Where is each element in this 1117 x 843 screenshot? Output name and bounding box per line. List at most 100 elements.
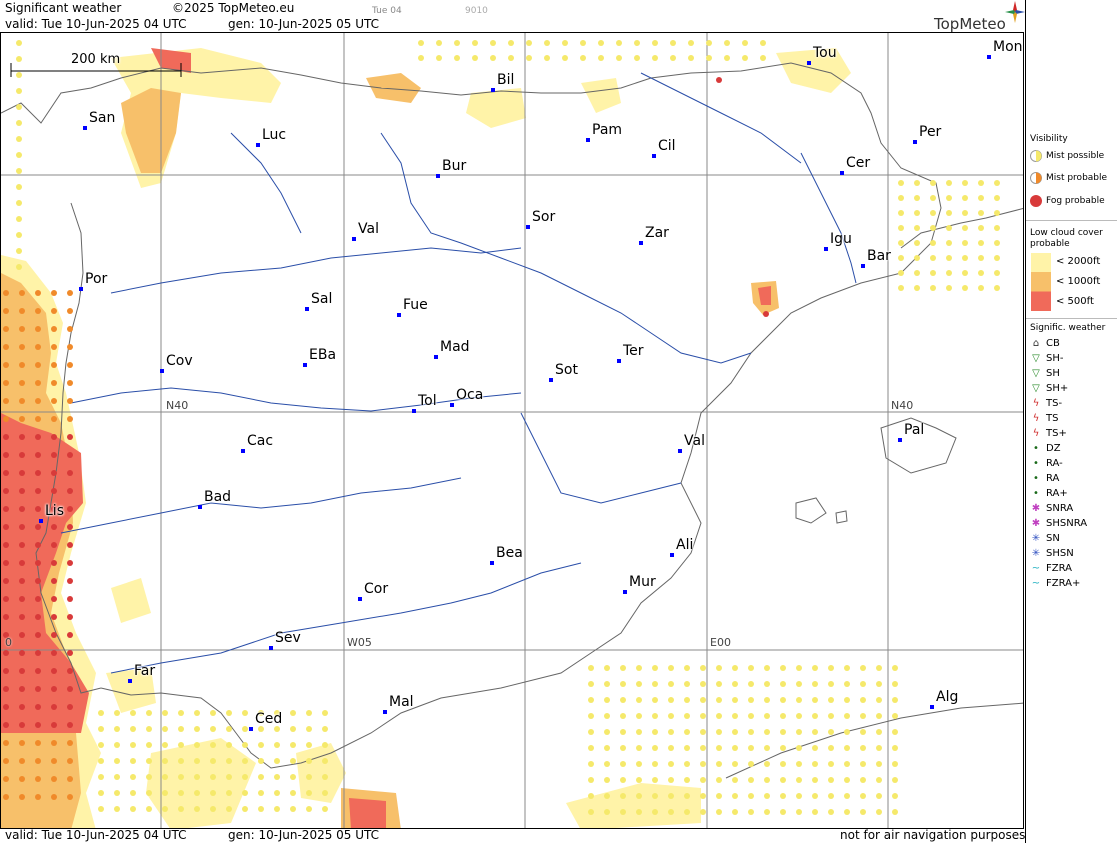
mist-marker (604, 761, 610, 767)
mist-marker (652, 793, 658, 799)
mist-marker (51, 308, 57, 314)
mist-marker (67, 308, 73, 314)
mist-marker (226, 742, 232, 748)
city-marker (617, 359, 621, 363)
mist-marker (684, 729, 690, 735)
mist-marker (290, 774, 296, 780)
city-label[interactable]: Val (684, 433, 705, 449)
valid-time: valid: Tue 10-Jun-2025 04 UTC (5, 17, 187, 31)
mist-marker (194, 806, 200, 812)
mist-marker (35, 416, 41, 422)
day-tab[interactable]: Tue 04 (372, 4, 402, 18)
mist-marker (51, 488, 57, 494)
mist-marker (3, 326, 9, 332)
city-label[interactable]: Mad (440, 339, 470, 355)
city-label[interactable]: Por (85, 271, 107, 287)
mist-marker (3, 596, 9, 602)
mist-marker (812, 809, 818, 815)
city-label[interactable]: Ter (623, 343, 644, 359)
city-marker (352, 237, 356, 241)
mist-marker (51, 704, 57, 710)
mist-marker (194, 774, 200, 780)
city-label[interactable]: Bur (442, 158, 466, 174)
city-label[interactable]: Sor (532, 209, 555, 225)
city-label[interactable]: Val (358, 221, 379, 237)
city-label[interactable]: Alg (936, 689, 958, 705)
city-label[interactable]: Mal (389, 694, 414, 710)
mist-marker (978, 195, 984, 201)
mist-marker (668, 809, 674, 815)
mist-marker (51, 416, 57, 422)
city-label[interactable]: Sal (311, 291, 332, 307)
city-label[interactable]: Per (919, 124, 941, 140)
mist-marker (35, 794, 41, 800)
city-label[interactable]: Tol (418, 393, 437, 409)
city-label[interactable]: Bil (497, 72, 514, 88)
city-label[interactable]: Ali (676, 537, 693, 553)
mist-marker (3, 650, 9, 656)
city-label[interactable]: Cer (846, 155, 870, 171)
mist-marker (19, 344, 25, 350)
mist-marker (35, 542, 41, 548)
mist-marker (860, 729, 866, 735)
city-label[interactable]: Bar (867, 248, 891, 264)
legend-sigwx-label: TS (1046, 413, 1059, 424)
city-label[interactable]: Cor (364, 581, 388, 597)
mist-marker (588, 745, 594, 751)
mist-marker (114, 742, 120, 748)
city-label[interactable]: Pam (592, 122, 622, 138)
city-label[interactable]: Cac (247, 433, 273, 449)
mist-marker (598, 40, 604, 46)
city-label[interactable]: Sev (275, 630, 301, 646)
mist-marker (700, 681, 706, 687)
weather-map[interactable]: N40 N40 W05 E00 0 200 km Tou Mon Bil San Luc… (0, 32, 1024, 829)
city-label[interactable]: Mur (629, 574, 656, 590)
city-label[interactable]: Ced (255, 711, 282, 727)
mist-marker (16, 248, 22, 254)
city-label[interactable]: Sot (555, 362, 578, 378)
brand-logo[interactable]: TopMeteo (934, 15, 1006, 33)
city-marker (623, 590, 627, 594)
mist-marker (604, 793, 610, 799)
mist-marker (994, 195, 1000, 201)
city-label[interactable]: Luc (262, 127, 286, 143)
city-label[interactable]: Bea (496, 545, 523, 561)
mist-marker (472, 55, 478, 61)
mist-marker (51, 524, 57, 530)
mist-marker (700, 761, 706, 767)
city-label[interactable]: Cil (658, 138, 676, 154)
mist-marker (98, 774, 104, 780)
mist-marker (19, 398, 25, 404)
city-label[interactable]: EBa (309, 347, 336, 363)
city-label[interactable]: Pal (904, 422, 924, 438)
city-marker (930, 705, 934, 709)
mist-marker (290, 758, 296, 764)
mist-marker (67, 470, 73, 476)
city-marker (678, 449, 682, 453)
mist-marker (114, 774, 120, 780)
city-label[interactable]: Mon (993, 39, 1023, 55)
city-label[interactable]: Tou (813, 45, 837, 61)
mist-marker (732, 777, 738, 783)
city-label[interactable]: Oca (456, 387, 483, 403)
city-label[interactable]: Zar (645, 225, 669, 241)
mist-marker (178, 790, 184, 796)
city-label[interactable]: Bad (204, 489, 231, 505)
mist-marker (162, 790, 168, 796)
city-label[interactable]: Cov (166, 353, 193, 369)
mist-marker (322, 806, 328, 812)
mist-marker (162, 726, 168, 732)
city-label[interactable]: San (89, 110, 115, 126)
mist-marker (19, 326, 25, 332)
city-label[interactable]: Far (134, 663, 155, 679)
mist-marker (962, 270, 968, 276)
mist-marker (652, 55, 658, 61)
mist-marker (844, 745, 850, 751)
mist-marker (67, 794, 73, 800)
city-label[interactable]: Lis (45, 503, 64, 519)
weather-symbol-icon: ϟ (1032, 427, 1040, 439)
weather-symbol-icon: ✱ (1031, 517, 1041, 529)
mist-marker (598, 55, 604, 61)
city-label[interactable]: Fue (403, 297, 428, 313)
city-label[interactable]: Igu (830, 231, 852, 247)
